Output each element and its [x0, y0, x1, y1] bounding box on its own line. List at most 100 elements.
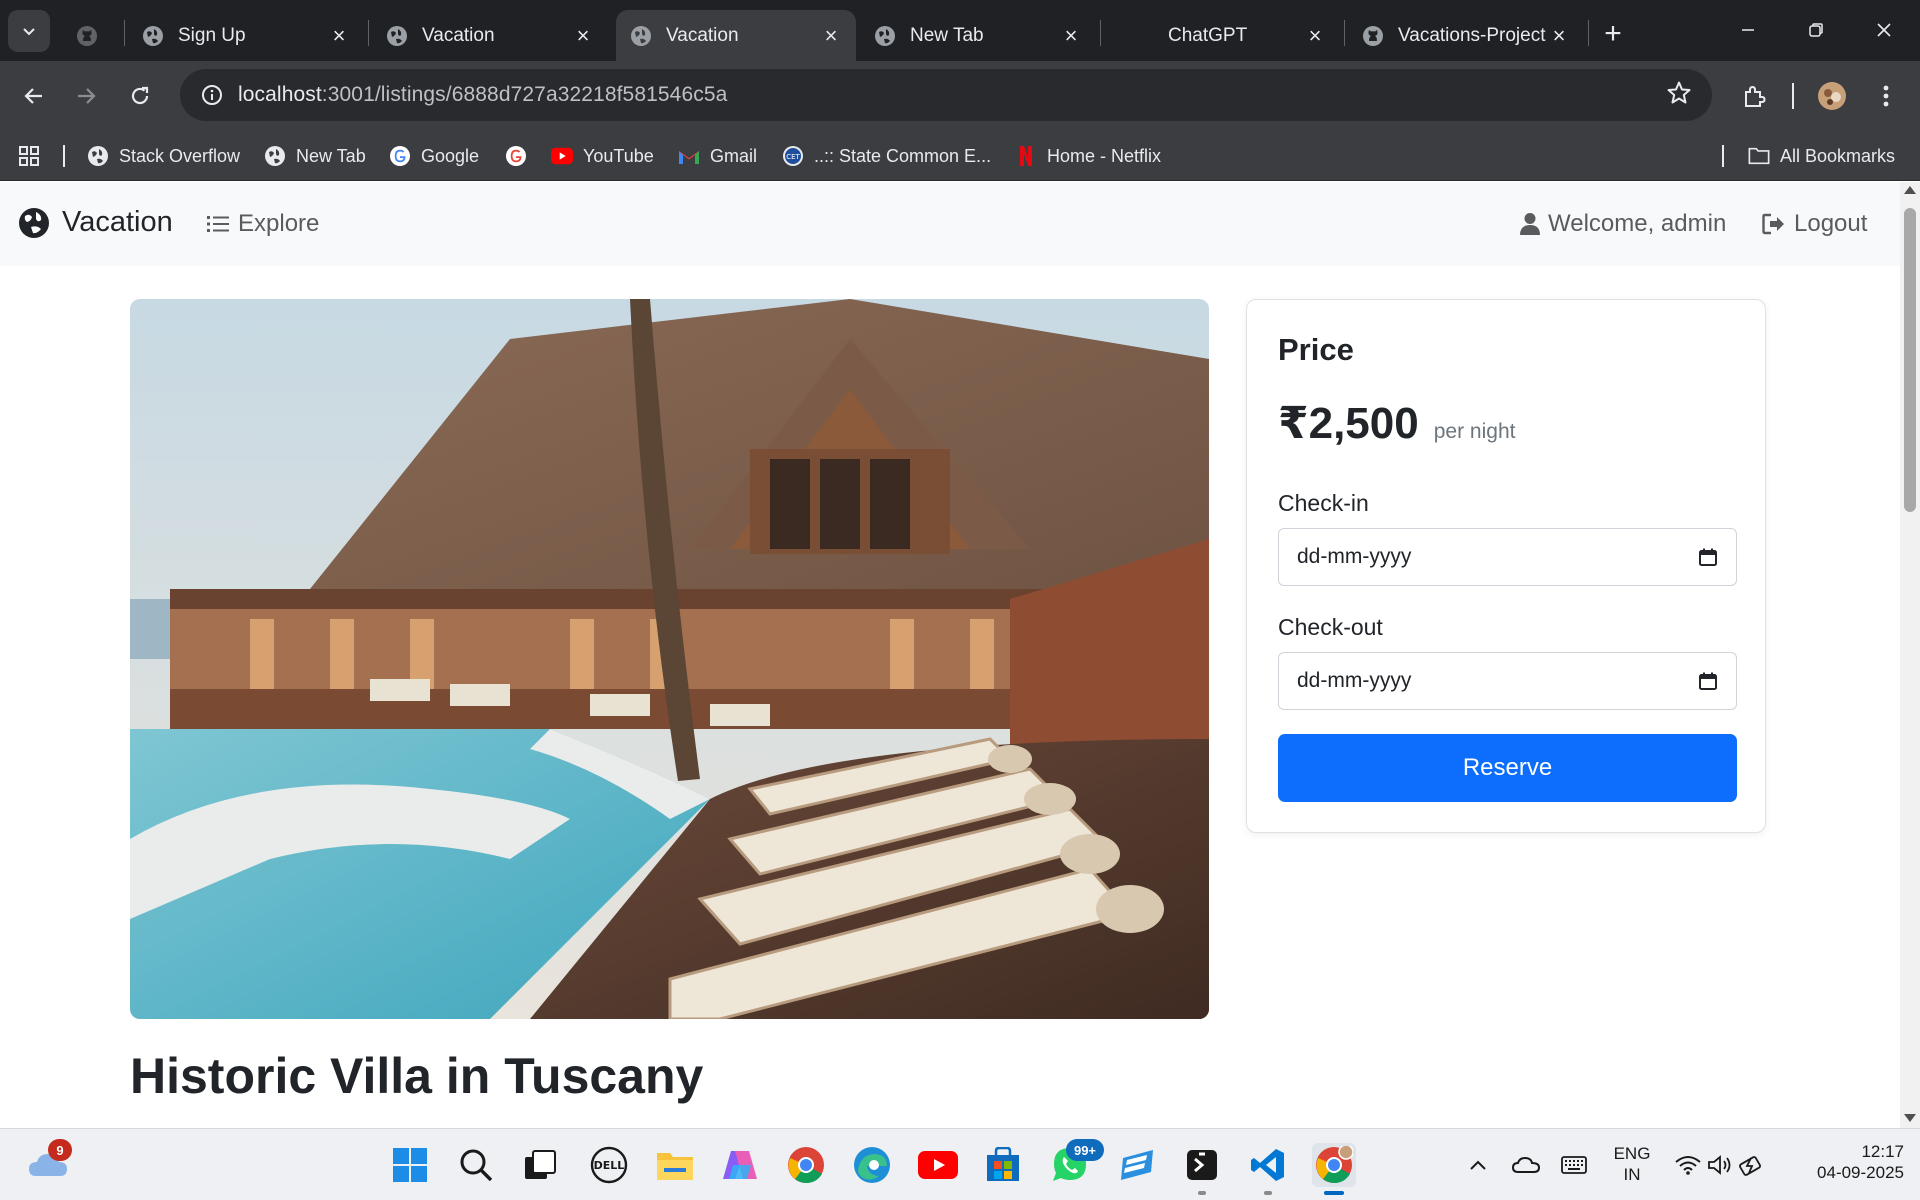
bookmark-star-icon[interactable]: [1666, 80, 1692, 111]
tab-label: Vacations-Project: [1398, 24, 1546, 46]
close-icon[interactable]: ×: [572, 23, 594, 48]
welcome-user[interactable]: Welcome, admin: [1520, 210, 1726, 238]
bookmark-google[interactable]: Google: [389, 140, 479, 172]
scroll-down-arrow-icon[interactable]: [1904, 1114, 1916, 1122]
search-button[interactable]: [454, 1143, 498, 1187]
tab-vacations-project[interactable]: Vacations-Project ×: [1348, 10, 1584, 61]
tab-vacation[interactable]: Vacation ×: [372, 10, 608, 61]
apps-button[interactable]: [18, 140, 40, 172]
windows-icon: [393, 1148, 427, 1182]
tab-search-button[interactable]: [8, 10, 50, 52]
pinned-app[interactable]: [1115, 1143, 1159, 1187]
language-indicator[interactable]: ENG IN: [1606, 1143, 1658, 1185]
new-tab-button[interactable]: +: [1595, 16, 1631, 52]
reload-button[interactable]: [120, 76, 160, 116]
address-bar[interactable]: localhost:3001/listings/6888d727a32218f5…: [180, 69, 1712, 121]
minimize-button[interactable]: [1728, 12, 1768, 48]
youtube-app[interactable]: [916, 1143, 960, 1187]
weather-widget[interactable]: 9: [26, 1139, 72, 1187]
clock[interactable]: 12:17 04-09-2025: [1790, 1141, 1904, 1183]
tab-sign-up[interactable]: Sign Up ×: [128, 10, 364, 61]
bookmark-netflix[interactable]: Home - Netflix: [1015, 140, 1161, 172]
site-info-icon[interactable]: [186, 69, 238, 121]
scroll-thumb[interactable]: [1904, 208, 1916, 512]
bookmark-youtube[interactable]: YouTube: [551, 140, 654, 172]
tab-separator: [368, 20, 369, 46]
close-icon[interactable]: ×: [820, 23, 842, 48]
restore-button[interactable]: [1796, 12, 1836, 48]
tab-strip: Sign Up × Vacation × Vacation × New Tab …: [0, 0, 1920, 61]
onedrive-button[interactable]: [1504, 1143, 1548, 1187]
edge-app[interactable]: [850, 1143, 894, 1187]
task-view-button[interactable]: [518, 1143, 562, 1187]
vscode-icon: [1251, 1149, 1284, 1181]
bookmark-label: YouTube: [583, 145, 654, 166]
keyboard-button[interactable]: [1552, 1143, 1596, 1187]
welcome-label: Welcome, admin: [1548, 210, 1727, 237]
store-icon: [987, 1147, 1019, 1181]
close-icon[interactable]: ×: [328, 23, 350, 48]
tab-label: ChatGPT: [1168, 24, 1248, 46]
start-button[interactable]: [388, 1143, 432, 1187]
running-indicator: [1198, 1191, 1206, 1195]
chevron-down-icon: [23, 28, 35, 36]
vscode-app[interactable]: [1246, 1143, 1290, 1195]
show-hidden-icons-button[interactable]: [1456, 1143, 1500, 1187]
reserve-button[interactable]: Reserve: [1278, 734, 1737, 802]
checkout-label: Check-out: [1278, 614, 1383, 640]
tab-chatgpt[interactable]: ChatGPT ×: [1104, 10, 1340, 61]
bookmark-new-tab[interactable]: New Tab: [264, 140, 366, 172]
chrome-app-active[interactable]: [1312, 1143, 1356, 1195]
extensions-button[interactable]: [1734, 76, 1774, 116]
bookmark-state-common[interactable]: CET ..:: State Common E...: [782, 140, 991, 172]
globe-icon: [142, 25, 164, 47]
dell-app[interactable]: DELL: [587, 1143, 631, 1187]
tab-separator: [124, 20, 125, 46]
close-icon[interactable]: ×: [1548, 23, 1570, 48]
checkout-date-input[interactable]: dd-mm-yyyy: [1278, 652, 1737, 710]
forward-button[interactable]: [66, 76, 106, 116]
youtube-icon: [918, 1151, 958, 1179]
tab-github[interactable]: [62, 10, 120, 61]
calendar-icon[interactable]: [1698, 671, 1718, 691]
tab-vacation-active[interactable]: Vacation ×: [616, 10, 856, 61]
menu-button[interactable]: [1866, 76, 1906, 116]
calendar-icon[interactable]: [1698, 547, 1718, 567]
explore-link[interactable]: Explore: [206, 210, 319, 238]
close-window-button[interactable]: [1864, 12, 1904, 48]
restore-icon: [1809, 23, 1823, 37]
close-icon[interactable]: ×: [1060, 23, 1082, 48]
file-explorer-app[interactable]: [653, 1143, 697, 1187]
bookmark-google-2[interactable]: [505, 140, 537, 172]
site-navbar: Vacation Explore Welcome, admin Logout: [0, 182, 1900, 266]
tab-label: Vacation: [422, 24, 495, 46]
tab-new-tab[interactable]: New Tab ×: [860, 10, 1096, 61]
bookmark-gmail[interactable]: Gmail: [678, 140, 757, 172]
microsoft-store-app[interactable]: [981, 1143, 1025, 1187]
close-icon: [1877, 23, 1891, 37]
price-heading: Price: [1278, 332, 1354, 367]
tab-label: New Tab: [910, 24, 984, 46]
bookmark-stack-overflow[interactable]: Stack Overflow: [87, 140, 240, 172]
close-icon[interactable]: ×: [1304, 23, 1326, 48]
all-bookmarks-button[interactable]: All Bookmarks: [1748, 140, 1895, 172]
profile-avatar[interactable]: [1812, 76, 1852, 116]
scroll-up-arrow-icon[interactable]: [1904, 186, 1916, 194]
globe-icon: [264, 145, 286, 167]
minimize-icon: [1742, 29, 1754, 31]
brand-link[interactable]: Vacation: [18, 206, 173, 239]
terminal-app[interactable]: [1180, 1143, 1224, 1195]
logout-link[interactable]: Logout: [1762, 210, 1867, 238]
checkin-placeholder: dd-mm-yyyy: [1297, 545, 1412, 568]
back-button[interactable]: [14, 76, 54, 116]
arrow-left-icon: [24, 88, 42, 104]
github-icon: [76, 25, 98, 47]
page-scrollbar[interactable]: [1900, 182, 1920, 1128]
quick-settings-button[interactable]: [1668, 1143, 1772, 1187]
whatsapp-app[interactable]: 99+: [1048, 1139, 1104, 1187]
bookmark-label: New Tab: [296, 145, 366, 166]
cloud-icon: [1512, 1156, 1540, 1173]
chrome-app[interactable]: [784, 1143, 828, 1187]
checkin-date-input[interactable]: dd-mm-yyyy: [1278, 528, 1737, 586]
copilot-app[interactable]: [718, 1143, 762, 1187]
